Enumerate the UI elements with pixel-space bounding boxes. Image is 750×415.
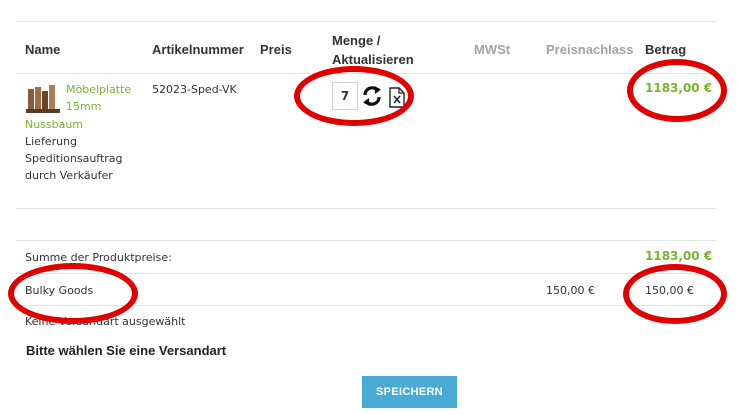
choose-shipping-heading: Bitte wählen Sie eine Versandart: [26, 343, 227, 358]
save-button[interactable]: SPEICHERN: [362, 376, 457, 408]
product-image[interactable]: [26, 83, 62, 115]
bulky-goods-discount: 150,00 €: [546, 284, 595, 297]
product-name-line3[interactable]: Nussbaum: [25, 116, 83, 133]
bulky-divider: [16, 305, 716, 306]
subtotal-value: 1183,00 €: [645, 249, 713, 263]
product-name-line1[interactable]: Möbelplatte: [66, 81, 131, 98]
product-article-number: 52023-Sped-VK: [152, 83, 237, 96]
header-divider: [16, 73, 716, 74]
header-name: Name: [25, 42, 61, 57]
refresh-icon[interactable]: [361, 84, 383, 108]
product-row-divider: [16, 208, 716, 209]
subtotal-label: Summe der Produktpreise:: [25, 251, 172, 264]
header-discount: Preisnachlass: [546, 42, 634, 57]
no-shipping-text: Keine Versandart ausgewählt: [25, 315, 186, 328]
header-vat: MWSt: [474, 42, 511, 57]
bulky-goods-amount: 150,00 €: [645, 284, 694, 297]
summary-top-divider: [16, 240, 716, 241]
header-quantity-line2: Aktualisieren: [332, 52, 414, 67]
header-price: Preis: [260, 42, 292, 57]
product-desc-line3: durch Verkäufer: [25, 169, 113, 182]
quantity-input[interactable]: 7: [332, 82, 358, 110]
delete-icon[interactable]: [388, 85, 406, 109]
subtotal-divider: [16, 273, 716, 274]
header-article-number: Artikelnummer: [152, 42, 244, 57]
product-name-line2[interactable]: 15mm: [66, 98, 101, 115]
table-top-border: [16, 21, 716, 22]
product-desc-line1: Lieferung: [25, 135, 78, 148]
bulky-goods-label: Bulky Goods: [25, 284, 94, 297]
header-quantity-line1: Menge /: [332, 33, 381, 48]
product-desc-line2: Speditionsauftrag: [25, 152, 123, 165]
product-amount: 1183,00 €: [645, 81, 713, 95]
header-amount: Betrag: [645, 42, 687, 57]
